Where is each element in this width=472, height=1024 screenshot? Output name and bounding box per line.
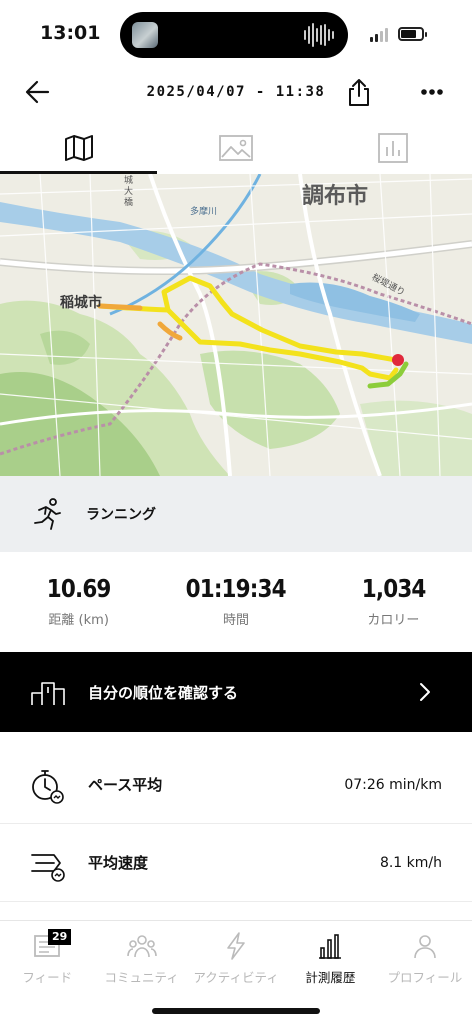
bottom-navigation: 29 フィード コミュニティ アクティビティ 計測履歴 プロフィール xyxy=(0,920,472,994)
bar-chart-icon xyxy=(378,133,409,163)
route-end-marker xyxy=(392,354,404,366)
speed-value: 8.1 km/h xyxy=(379,854,442,871)
speed-row: 平均速度 8.1 km/h xyxy=(0,824,472,902)
cellular-signal-icon xyxy=(370,28,388,42)
nav-feed[interactable]: 29 フィード xyxy=(0,921,94,994)
stat-duration-label: 時間 xyxy=(222,613,249,628)
more-dots-icon xyxy=(421,89,443,95)
nav-community[interactable]: コミュニティ xyxy=(94,921,188,994)
home-indicator[interactable] xyxy=(152,1008,320,1014)
map-canvas xyxy=(0,174,472,476)
stat-duration-value: 01:19:34 xyxy=(185,574,287,603)
history-bars-icon xyxy=(319,934,342,959)
map-label-inagi: 稲城市 xyxy=(60,295,102,311)
stat-distance: 10.69 距離 (km) xyxy=(0,574,157,644)
stat-duration: 01:19:34 時間 xyxy=(157,574,314,644)
more-options-button[interactable] xyxy=(414,74,450,110)
activity-type-bar: ランニング xyxy=(0,476,472,552)
podium-icon xyxy=(31,682,65,705)
map-label-tama-river: 多摩川 xyxy=(190,207,218,217)
stat-calories-label: カロリー xyxy=(367,613,420,628)
stat-calories: 1,034 カロリー xyxy=(315,574,472,644)
tab-map[interactable] xyxy=(0,122,158,174)
stat-distance-label: 距離 (km) xyxy=(48,613,109,628)
pace-row: ペース平均 07:26 min/km xyxy=(0,746,472,824)
status-time: 13:01 xyxy=(40,22,101,44)
lightning-icon xyxy=(227,932,245,960)
stat-calories-value: 1,034 xyxy=(361,574,426,603)
share-button[interactable] xyxy=(342,74,376,110)
status-bar: 13:01 xyxy=(0,0,472,68)
speed-lines-icon xyxy=(31,853,65,882)
nav-activity[interactable]: アクティビティ xyxy=(189,921,283,994)
image-icon xyxy=(219,135,253,161)
activity-type-label: ランニング xyxy=(86,507,156,523)
nav-community-label: コミュニティ xyxy=(104,970,179,985)
map-icon xyxy=(64,135,93,161)
battery-icon xyxy=(398,27,427,41)
now-playing-artwork xyxy=(132,22,158,48)
pace-label: ペース平均 xyxy=(88,776,163,794)
ranking-label: 自分の順位を確認する xyxy=(88,683,239,702)
running-icon xyxy=(34,498,61,530)
feed-badge: 29 xyxy=(48,929,72,945)
nav-profile[interactable]: プロフィール xyxy=(378,921,472,994)
page-title: 2025/04/07 - 11:38 xyxy=(146,84,326,100)
stopwatch-icon xyxy=(32,769,64,804)
header: 2025/04/07 - 11:38 xyxy=(0,68,472,116)
nav-feed-label: フィード xyxy=(22,970,73,985)
media-tabs xyxy=(0,122,472,174)
stat-distance-value: 10.69 xyxy=(46,574,112,603)
route-map[interactable]: 調布市 稲城市 多摩川 城大橋 桜堤通り xyxy=(0,174,472,476)
tab-photos[interactable] xyxy=(157,122,314,174)
nav-profile-label: プロフィール xyxy=(387,970,463,985)
audio-waveform-icon xyxy=(304,23,334,47)
pace-value: 07:26 min/km xyxy=(344,776,442,793)
ranking-button[interactable]: 自分の順位を確認する xyxy=(0,652,472,732)
chevron-right-icon xyxy=(420,683,430,701)
share-icon xyxy=(349,79,369,106)
nav-activity-label: アクティビティ xyxy=(193,970,279,985)
dynamic-island[interactable] xyxy=(120,12,348,58)
summary-stats: 10.69 距離 (km) 01:19:34 時間 1,034 カロリー xyxy=(0,574,472,644)
map-label-chofu: 調布市 xyxy=(302,184,369,209)
nav-history-label: 計測履歴 xyxy=(305,970,356,985)
profile-icon xyxy=(414,935,436,959)
community-icon xyxy=(126,935,157,958)
tab-stats[interactable] xyxy=(315,122,472,174)
nav-history[interactable]: 計測履歴 xyxy=(283,921,377,994)
speed-label: 平均速度 xyxy=(88,854,149,872)
map-label-bridge: 城大橋 xyxy=(124,176,134,208)
